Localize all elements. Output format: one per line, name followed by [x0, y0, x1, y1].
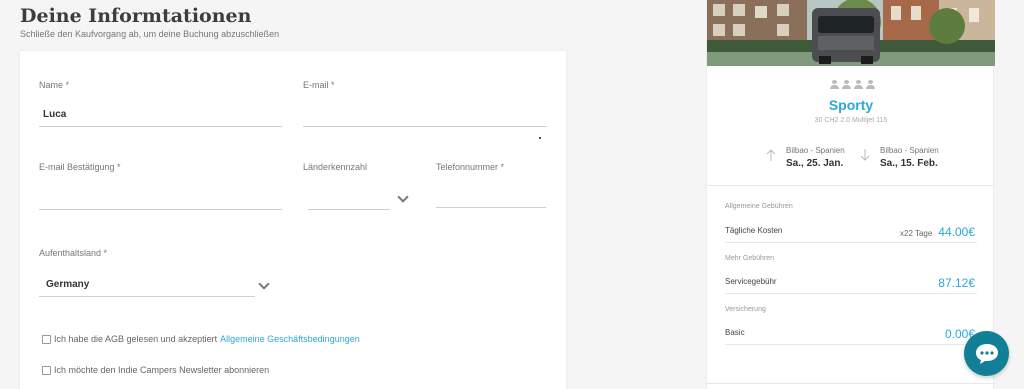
dropoff-date: Sa., 15. Feb.: [880, 158, 938, 169]
booking-summary: Sporty 30 CH2 2.0 Multijet 115 Bilbao - …: [706, 0, 995, 389]
van-name: Sporty: [828, 97, 874, 113]
arrow-up-icon: [766, 149, 776, 161]
service-fee-name: Servicegebühr: [725, 277, 777, 286]
arrow-down-icon: [860, 149, 870, 161]
chevron-down-icon[interactable]: [397, 191, 409, 203]
divider: [707, 185, 995, 186]
email-confirm-label: E-mail Bestätigung *: [39, 162, 121, 172]
seat-capacity: [830, 80, 875, 89]
insurance-name: Basic: [725, 328, 745, 337]
more-fees-label: Mehr Gebühren: [725, 255, 775, 262]
seat-icon: [866, 80, 875, 89]
agb-text: Ich habe die AGB gelesen und akzeptiert: [54, 334, 218, 344]
name-input[interactable]: Luca: [43, 109, 66, 120]
agb-checkbox[interactable]: [42, 334, 51, 344]
newsletter-text: Ich möchte den Indie Campers Newsletter …: [54, 365, 270, 375]
email-confirm-underline: [39, 209, 282, 210]
row-divider: [725, 242, 977, 243]
row-divider: [725, 344, 977, 345]
van-model: 30 CH2 2.0 Multijet 115: [814, 117, 888, 124]
field-marker: [539, 137, 541, 139]
dropoff-city: Bilbao - Spanien: [880, 146, 939, 155]
page-title: Deine Informtationen: [20, 5, 252, 27]
pickup-date: Sa., 25. Jan.: [786, 158, 844, 169]
name-underline: [39, 126, 282, 127]
chat-button[interactable]: [964, 331, 1009, 376]
country-code-underline: [308, 209, 390, 210]
chevron-down-icon[interactable]: [258, 278, 270, 290]
seat-icon: [854, 80, 863, 89]
daily-cost-price: 44.00€: [938, 225, 975, 239]
agb-link[interactable]: Allgemeine Geschäftsbedingungen: [220, 334, 360, 344]
seat-icon: [842, 80, 851, 89]
residence-select[interactable]: Germany: [46, 279, 89, 290]
name-label: Name *: [39, 80, 70, 90]
daily-cost-name: Tägliche Kosten: [725, 226, 783, 235]
chat-icon: [975, 343, 998, 364]
newsletter-checkbox-row[interactable]: Ich möchte den Indie Campers Newsletter …: [42, 365, 269, 375]
row-divider: [725, 293, 977, 294]
phone-label: Telefonnummer *: [436, 162, 505, 172]
divider: [707, 383, 995, 384]
insurance-label: Versicherung: [725, 306, 766, 313]
service-fee-price: 87.12€: [938, 276, 975, 290]
email-label: E-mail *: [303, 80, 335, 90]
pickup-city: Bilbao - Spanien: [786, 146, 845, 155]
newsletter-checkbox[interactable]: [42, 365, 51, 375]
email-underline: [303, 126, 547, 127]
residence-underline: [39, 296, 255, 297]
camper-photo: [707, 0, 995, 66]
general-fees-label: Allgemeine Gebühren: [725, 203, 793, 210]
customer-info-form: Name * Luca E-mail * E-mail Bestätigung …: [20, 51, 566, 389]
phone-underline: [436, 207, 546, 208]
page-subtitle: Schließe den Kaufvorgang ab, um deine Bu…: [20, 29, 280, 39]
residence-label: Aufenthaltsland *: [39, 248, 108, 258]
country-code-label: Länderkennzahl: [303, 162, 368, 172]
seat-icon: [830, 80, 839, 89]
daily-cost-qty: x22 Tage: [900, 229, 933, 238]
agb-checkbox-row[interactable]: Ich habe die AGB gelesen und akzeptiert …: [42, 334, 360, 344]
